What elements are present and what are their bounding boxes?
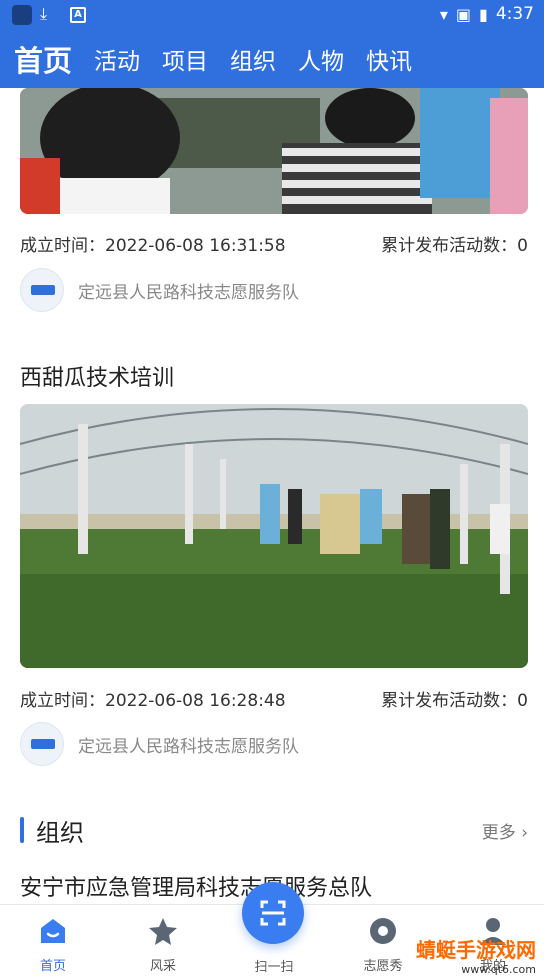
greenhouse-photo: [20, 404, 528, 668]
org-list-item[interactable]: 安宁市应急管理局科技志愿服务总队: [20, 870, 372, 902]
watermark: 蜻蜓手游戏网 www.qt6.com: [416, 938, 536, 976]
tab-bottom-home[interactable]: 首页: [13, 905, 93, 976]
tab-projects[interactable]: 项目: [162, 42, 208, 76]
children-photo: [20, 88, 528, 214]
feed[interactable]: 成立时间：2022-06-08 16:31:58 累计发布活动数：0 定远县人民…: [0, 88, 544, 904]
app-icon: [12, 5, 32, 25]
download-icon: ⤓: [40, 4, 48, 23]
tab-bottom-volunteer[interactable]: 志愿秀: [343, 905, 423, 976]
org-name: 定远县人民路科技志愿服务队: [78, 736, 299, 757]
tab-organizations[interactable]: 组织: [230, 42, 276, 76]
wifi-icon: ▾: [439, 4, 448, 24]
status-bar: ⤓ A ▾ ▣ ▮ 4:37: [0, 0, 544, 30]
activity-title[interactable]: 西甜瓜技术培训: [20, 360, 174, 392]
activity-org[interactable]: 定远县人民路科技志愿服务队: [20, 268, 299, 312]
count-label: 累计发布活动数：: [381, 236, 518, 256]
no-sim-icon: ▣: [455, 4, 471, 24]
activity-photo[interactable]: [20, 88, 528, 214]
tab-people[interactable]: 人物: [298, 42, 344, 76]
count-value: 0: [517, 691, 528, 711]
activity-org[interactable]: 定远县人民路科技志愿服务队: [20, 722, 299, 766]
aperture-icon: [367, 915, 399, 947]
org-section-header: 组织 更多 ›: [20, 814, 528, 847]
activity-meta: 成立时间：2022-06-08 16:28:48 累计发布活动数：0: [20, 686, 528, 711]
count-label: 累计发布活动数：: [381, 691, 518, 711]
tab-activities[interactable]: 活动: [94, 42, 140, 76]
clock: 4:37: [495, 4, 534, 24]
top-nav: 首页 活动 项目 组织 人物 快讯: [0, 30, 544, 88]
created-label: 成立时间：: [20, 236, 105, 256]
org-logo: [20, 268, 64, 312]
scan-icon: [260, 900, 286, 926]
a-icon: A: [70, 7, 86, 23]
home-icon: [37, 915, 69, 947]
tab-news[interactable]: 快讯: [366, 42, 412, 76]
org-name: 定远县人民路科技志愿服务队: [78, 282, 299, 303]
more-link[interactable]: 更多 ›: [482, 818, 528, 843]
section-title: 组织: [36, 819, 84, 847]
created-label: 成立时间：: [20, 691, 105, 711]
scan-button[interactable]: [242, 882, 304, 944]
created-value: 2022-06-08 16:28:48: [105, 691, 286, 711]
tab-bottom-style[interactable]: 风采: [123, 905, 203, 976]
star-icon: [147, 915, 179, 947]
tab-home[interactable]: 首页: [14, 38, 72, 80]
org-logo: [20, 722, 64, 766]
chevron-right-icon: ›: [515, 823, 528, 843]
count-value: 0: [517, 236, 528, 256]
activity-photo[interactable]: [20, 404, 528, 668]
battery-icon: ▮: [479, 4, 488, 24]
section-accent-bar: [20, 817, 24, 843]
activity-meta: 成立时间：2022-06-08 16:31:58 累计发布活动数：0: [20, 231, 528, 256]
created-value: 2022-06-08 16:31:58: [105, 236, 286, 256]
scan-label: 扫一扫: [254, 960, 294, 975]
